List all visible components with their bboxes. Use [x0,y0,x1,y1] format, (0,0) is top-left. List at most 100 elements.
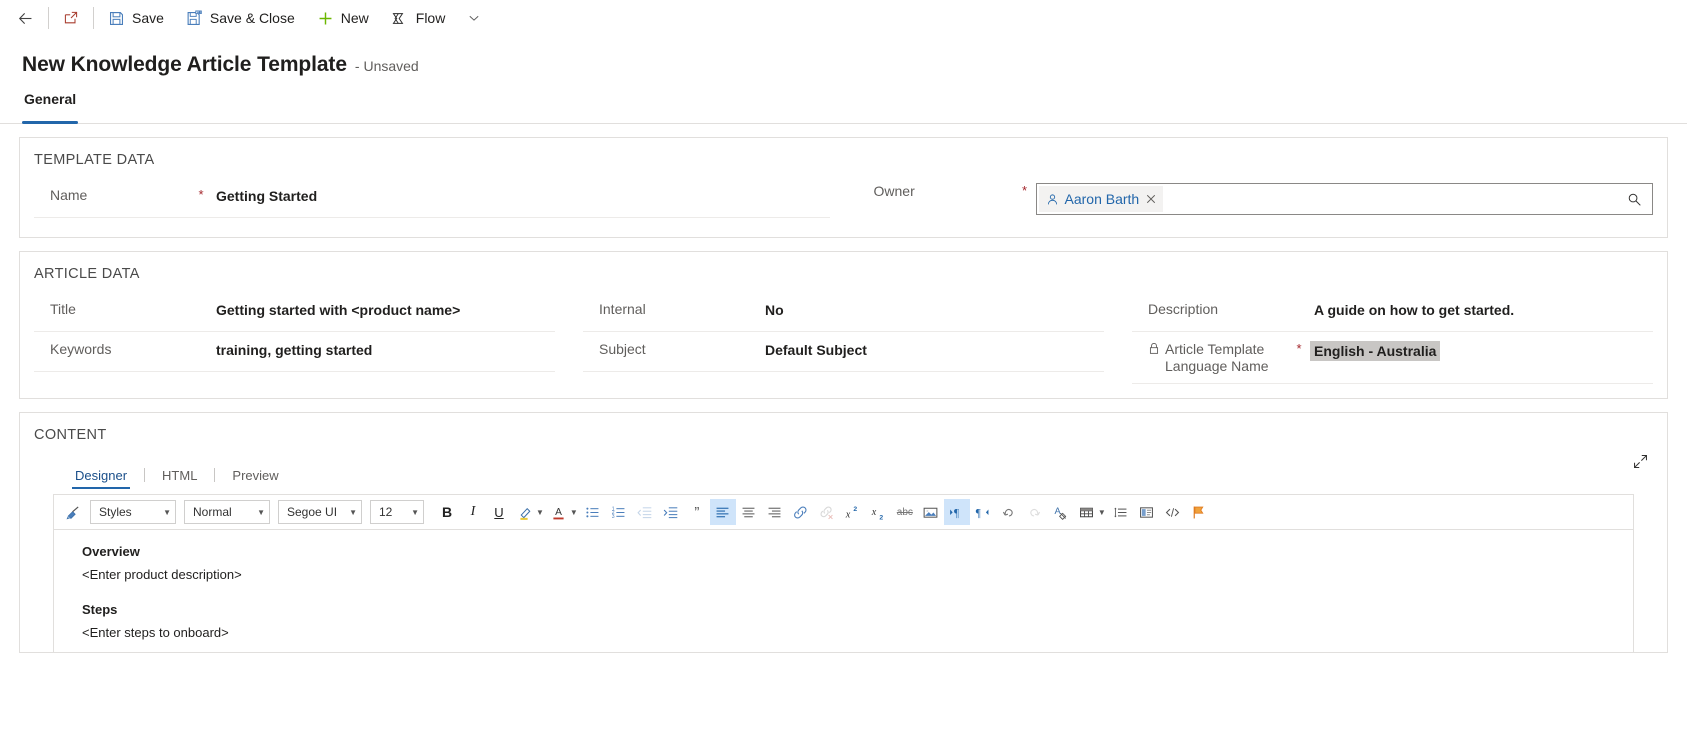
new-label: New [340,10,369,26]
article-data-column-1: Title Getting started with <product name… [20,292,569,384]
chevron-down-icon: ▼ [1097,507,1106,517]
record-state: - Unsaved [354,58,419,74]
undo-button[interactable] [996,499,1022,525]
font-size-dropdown[interactable]: 12 ▼ [370,500,424,524]
close-icon[interactable] [1145,193,1157,205]
flow-button[interactable]: Flow [380,2,457,35]
format-painter-icon[interactable] [60,499,86,525]
section-content: CONTENT Designer HTML Preview Styles ▼ N… [19,412,1668,653]
overflow-button[interactable] [456,2,492,35]
insert-link-button[interactable] [788,499,814,525]
required-indicator: * [198,187,204,202]
field-label-keywords: Keywords [50,341,112,357]
blockquote-button[interactable]: ” [684,499,710,525]
field-label-subject: Subject [599,341,646,357]
align-right-button[interactable] [762,499,788,525]
font-size-value: 12 [379,505,393,519]
field-value-subject[interactable]: Default Subject [757,341,1104,359]
back-button[interactable] [6,2,45,35]
form-tabs: General [0,91,1687,124]
underline-button[interactable]: U [486,499,512,525]
tab-designer[interactable]: Designer [72,468,131,489]
field-value-name[interactable]: Getting Started [208,187,830,205]
line-spacing-button[interactable] [1108,499,1134,525]
left-to-right-button[interactable]: ¶ [943,499,970,525]
right-to-left-button[interactable]: ¶ [970,499,996,525]
font-color-button[interactable]: A [546,499,572,525]
redo-button[interactable] [1022,499,1048,525]
flag-button[interactable] [1186,499,1212,525]
font-color-split[interactable]: A ▼ [546,499,580,525]
italic-button[interactable]: I [460,499,486,525]
paragraph-format-dropdown[interactable]: Normal ▼ [184,500,270,524]
svg-text:3: 3 [612,514,615,520]
align-center-button[interactable] [736,499,762,525]
field-label-name: Name [50,187,88,203]
editor-content-area[interactable]: Overview <Enter product description> Ste… [54,530,1633,652]
field-value-internal[interactable]: No [757,301,1104,319]
source-code-button[interactable] [1160,499,1186,525]
field-value-description[interactable]: A guide on how to get started. [1306,301,1653,319]
bulleted-list-button[interactable] [580,499,606,525]
chevron-down-icon: ▼ [163,507,171,517]
remove-link-button[interactable] [814,499,840,525]
font-family-value: Segoe UI [287,505,338,519]
insert-template-button[interactable] [1134,499,1160,525]
editor-paragraph-product-description: <Enter product description> [82,567,242,582]
tab-html[interactable]: HTML [159,468,200,489]
bold-button[interactable]: B [434,499,460,525]
insert-table-button[interactable] [1074,499,1100,525]
font-family-dropdown[interactable]: Segoe UI ▼ [278,500,362,524]
field-value-article-template-language-name[interactable]: English - Australia [1310,341,1441,361]
styles-dropdown[interactable]: Styles ▼ [90,500,176,524]
svg-text:2: 2 [854,505,858,512]
page-header: New Knowledge Article Template - Unsaved [0,37,1687,77]
tab-general[interactable]: General [22,91,79,124]
superscript-button[interactable]: x2 [840,499,866,525]
chevron-down-icon: ▼ [536,507,544,517]
save-label: Save [132,10,164,26]
field-label-article-template-language-name: Article Template Language Name [1165,341,1269,374]
save-button[interactable]: Save [97,2,175,35]
rich-text-toolbar: Styles ▼ Normal ▼ Segoe UI ▼ 12 ▼ B I U [54,495,1633,530]
decrease-indent-button[interactable] [632,499,658,525]
increase-indent-button[interactable] [658,499,684,525]
save-and-close-button[interactable]: Save & Close [175,2,306,35]
numbered-list-button[interactable]: 123 [606,499,632,525]
insert-image-button[interactable] [918,499,944,525]
field-value-title[interactable]: Getting started with <product name> [208,301,555,319]
insert-table-split[interactable]: ▼ [1074,499,1108,525]
strikethrough-button[interactable]: abc [892,499,918,525]
field-value-keywords[interactable]: training, getting started [208,341,555,359]
field-article-template-language-name: Article Template Language Name * English… [1132,332,1653,384]
svg-text:A: A [556,507,563,518]
section-title-article-data: ARTICLE DATA [34,266,140,282]
clear-formatting-button[interactable]: A [1048,499,1074,525]
flow-icon [391,10,409,27]
section-template-data: TEMPLATE DATA Name * Getting Started Own… [19,137,1668,238]
editor-mode-tabs: Designer HTML Preview [20,453,1667,489]
section-title-content: CONTENT [34,427,107,443]
owner-lookup-input[interactable]: Aaron Barth [1035,183,1653,215]
field-name: Name * Getting Started [34,178,830,218]
section-title-template-data: TEMPLATE DATA [34,152,155,168]
highlight-color-split[interactable]: ▼ [512,499,546,525]
align-left-button[interactable] [709,499,736,525]
expand-diagonal-icon[interactable] [1632,453,1649,475]
open-in-new-window-button[interactable] [52,2,90,35]
flow-label: Flow [415,10,446,26]
tab-preview[interactable]: Preview [229,468,281,489]
article-data-column-2: Internal No Subject Default Subject [569,292,1118,384]
subscript-button[interactable]: x2 [866,499,892,525]
search-icon[interactable] [1621,192,1648,207]
field-owner: Owner * Aaron Barth [858,178,1653,223]
owner-pill[interactable]: Aaron Barth [1038,186,1164,212]
divider [93,7,94,29]
save-and-close-label: Save & Close [209,10,295,26]
field-label-description: Description [1148,301,1219,317]
chevron-down-icon: ▼ [257,507,265,517]
svg-text:¶: ¶ [976,507,981,519]
highlight-color-button[interactable] [512,499,538,525]
field-keywords: Keywords training, getting started [34,332,555,372]
new-button[interactable]: New [306,2,380,35]
